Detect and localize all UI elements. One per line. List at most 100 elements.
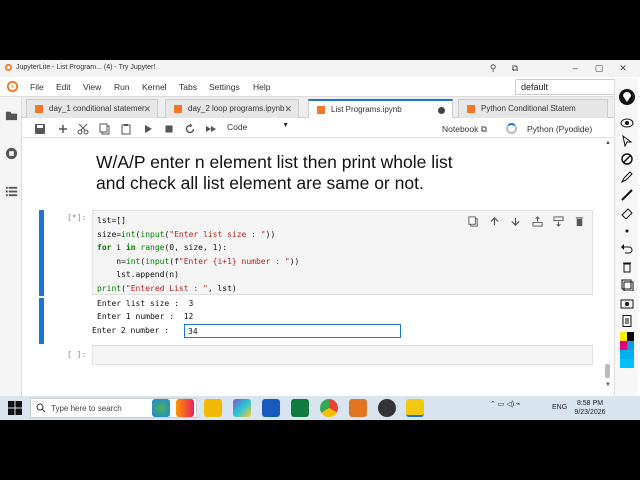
copy-icon[interactable] <box>99 122 111 135</box>
menu-settings[interactable]: Settings <box>209 82 240 92</box>
restart-icon[interactable] <box>184 122 196 134</box>
extensions-icon[interactable]: ⚲ <box>486 62 500 74</box>
running-kernels-icon[interactable] <box>5 147 18 160</box>
pen-icon[interactable] <box>620 170 634 184</box>
layers-icon[interactable] <box>620 278 634 292</box>
trash-icon[interactable] <box>620 260 634 273</box>
maximize-icon[interactable]: ▢ <box>592 62 606 74</box>
word-icon[interactable] <box>262 399 280 417</box>
tab-python-conditional[interactable]: Python Conditional Statem <box>458 99 608 118</box>
cut-icon[interactable] <box>77 122 89 135</box>
clock-time: 8:58 PM <box>576 400 604 407</box>
kernel-name[interactable]: Python (Pyodide) <box>527 124 592 134</box>
code-line: lst.append(n) <box>97 270 179 280</box>
clock-date: 9/23/2026 <box>574 409 606 416</box>
code-line: n=int(input(f"Enter {i+1} number : ")) <box>97 256 300 266</box>
stop-icon[interactable] <box>163 122 175 134</box>
markdown-heading[interactable]: W/A/P enter n element list then print wh… <box>96 152 596 194</box>
undo-icon[interactable] <box>620 242 634 254</box>
cell-type-select[interactable]: Code ▼ <box>227 122 289 132</box>
menu-help[interactable]: Help <box>253 82 270 92</box>
kernel-select-value: default <box>521 82 549 92</box>
save-icon[interactable] <box>34 122 46 134</box>
cursor-icon[interactable] <box>620 134 634 148</box>
tab-day2[interactable]: day_2 loop programs.ipynb ✕ <box>165 99 299 118</box>
windows-start-icon[interactable] <box>8 401 22 415</box>
eye-icon[interactable] <box>620 116 634 128</box>
fast-forward-icon[interactable] <box>205 122 217 134</box>
run-icon[interactable] <box>142 122 154 134</box>
add-cell-icon[interactable] <box>57 122 69 134</box>
tab-close-icon[interactable]: ✕ <box>284 104 292 115</box>
eraser-icon[interactable] <box>620 206 634 220</box>
file-explorer-icon[interactable] <box>204 399 222 417</box>
move-up-icon[interactable] <box>489 214 500 226</box>
taskbar-search[interactable]: Type here to search <box>30 398 197 418</box>
tab-list-programs[interactable]: List Programs.ipynb <box>308 99 453 119</box>
menu-view[interactable]: View <box>83 82 101 92</box>
color-palette-icon[interactable] <box>620 332 634 368</box>
widgets-app-icon[interactable] <box>152 399 170 417</box>
tab-close-icon[interactable]: ✕ <box>143 104 151 115</box>
chevron-down-icon: ▼ <box>282 122 289 129</box>
menu-edit[interactable]: Edit <box>56 82 71 92</box>
line-tool-icon[interactable] <box>620 188 634 201</box>
search-placeholder: Type here to search <box>51 404 122 413</box>
copilot-icon[interactable] <box>233 399 251 417</box>
stdin-prompt: Enter 2 number : <box>92 326 174 335</box>
open-external-icon: ⧉ <box>480 124 487 134</box>
paste-icon[interactable] <box>120 122 132 135</box>
pinned-app-icon[interactable] <box>176 399 194 417</box>
heading-line-2: and check all list element are same or n… <box>96 173 424 193</box>
insert-below-icon[interactable] <box>553 214 564 227</box>
empty-code-cell[interactable] <box>92 345 593 365</box>
menu-kernel[interactable]: Kernel <box>142 82 167 92</box>
code-line: size=int(input("Enter list size : ")) <box>97 229 276 239</box>
duplicate-cell-icon[interactable] <box>468 214 479 227</box>
scrollbar-thumb[interactable] <box>605 364 610 378</box>
close-window-icon[interactable]: ✕ <box>616 62 630 74</box>
jupyter-circle-icon[interactable] <box>618 88 636 106</box>
chrome-icon[interactable] <box>320 399 338 417</box>
folder-icon[interactable] <box>5 109 18 122</box>
tab-label: List Programs.ipynb <box>331 105 402 114</box>
system-tray-icons[interactable]: ⌃ ▭ ◁) ⌁ <box>490 400 520 408</box>
scroll-up-icon[interactable]: ▲ <box>605 140 611 146</box>
table-of-contents-icon[interactable] <box>5 185 18 198</box>
input-collapser[interactable] <box>39 210 44 296</box>
menu-run[interactable]: Run <box>114 82 130 92</box>
minimize-icon[interactable]: – <box>568 62 582 74</box>
no-entry-icon[interactable] <box>620 152 634 165</box>
clock[interactable]: 8:58 PM 9/23/2026 <box>572 399 608 417</box>
camera-icon[interactable] <box>620 296 634 309</box>
jupyter-app-icon[interactable] <box>406 399 424 417</box>
search-icon <box>36 403 46 413</box>
scroll-down-icon[interactable]: ▼ <box>605 382 611 388</box>
title-bar: JupyterLite - List Program... (4) - Try … <box>0 60 640 77</box>
unsaved-dot-icon[interactable] <box>438 107 445 114</box>
stdin-input[interactable] <box>184 324 401 338</box>
taskbar: Type here to search ⌃ ▭ ◁) ⌁ ENG 8:58 PM… <box>0 396 640 420</box>
move-down-icon[interactable] <box>510 214 521 227</box>
delete-cell-icon[interactable] <box>574 214 585 227</box>
share-icon[interactable]: ⧉ <box>508 62 522 74</box>
menu-file[interactable]: File <box>30 82 44 92</box>
left-sidebar <box>0 97 22 418</box>
excel-icon[interactable] <box>291 399 309 417</box>
insert-above-icon[interactable] <box>532 214 543 227</box>
output-collapser[interactable] <box>39 298 44 344</box>
obs-icon[interactable] <box>378 399 396 417</box>
sublime-icon[interactable] <box>349 399 367 417</box>
notebook-icon <box>35 105 43 113</box>
screen: JupyterLite - List Program... (4) - Try … <box>0 0 640 480</box>
tab-day1[interactable]: day_1 conditional statemer ✕ <box>26 99 158 118</box>
notebook-body: W/A/P enter n element list then print wh… <box>22 138 614 418</box>
document-icon[interactable] <box>620 314 634 327</box>
kernel-status-icon <box>506 123 517 134</box>
kernel-select[interactable]: default <box>515 79 625 95</box>
browser-window: JupyterLite - List Program... (4) - Try … <box>0 60 640 418</box>
dot-icon[interactable] <box>620 224 634 236</box>
notebook-label[interactable]: Notebook ⧉ <box>442 124 487 135</box>
menu-tabs[interactable]: Tabs <box>179 82 197 92</box>
language-indicator[interactable]: ENG <box>552 404 567 411</box>
